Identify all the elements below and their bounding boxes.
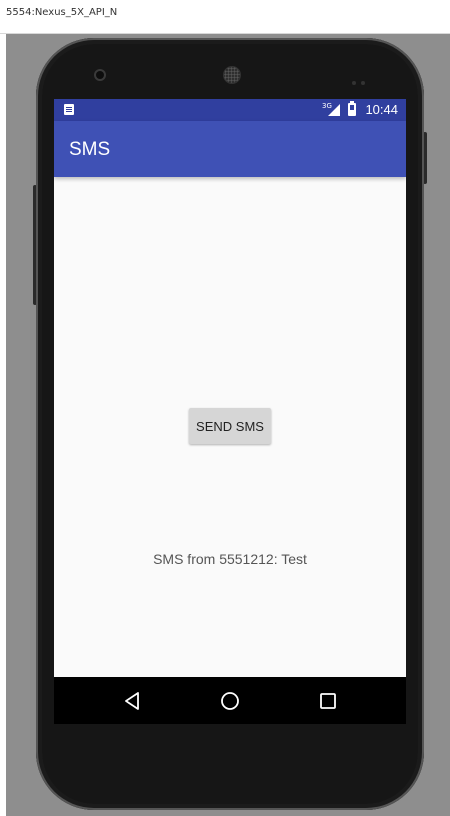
app-bar: SMS xyxy=(54,121,406,177)
emulator-window: 5554:Nexus_5X_API_N 3G 10:44 SMS SEND SM… xyxy=(0,0,450,816)
recents-button[interactable] xyxy=(298,677,358,724)
window-title: 5554:Nexus_5X_API_N xyxy=(6,7,118,18)
home-button[interactable] xyxy=(200,677,260,724)
home-circle-icon xyxy=(221,691,239,710)
notification-icon xyxy=(64,104,74,115)
status-bar: 3G 10:44 xyxy=(54,99,406,121)
back-triangle-icon xyxy=(125,691,139,710)
device-screen: 3G 10:44 SMS SEND SMS SMS from 5551212: … xyxy=(54,99,406,724)
signal-icon xyxy=(328,104,340,116)
recents-square-icon xyxy=(320,692,336,709)
back-button[interactable] xyxy=(102,677,162,724)
speaker-grille-icon xyxy=(223,66,241,84)
sensor-icon xyxy=(352,72,372,85)
front-camera-icon xyxy=(96,71,104,79)
navigation-bar xyxy=(54,677,406,724)
send-sms-button[interactable]: SEND SMS xyxy=(189,408,271,444)
status-clock: 10:44 xyxy=(365,102,398,117)
app-title: SMS xyxy=(69,139,111,160)
window-titlebar[interactable]: 5554:Nexus_5X_API_N xyxy=(0,0,450,34)
main-content: SEND SMS SMS from 5551212: Test xyxy=(54,177,406,677)
received-sms-text: SMS from 5551212: Test xyxy=(153,551,307,567)
battery-icon xyxy=(348,101,356,116)
